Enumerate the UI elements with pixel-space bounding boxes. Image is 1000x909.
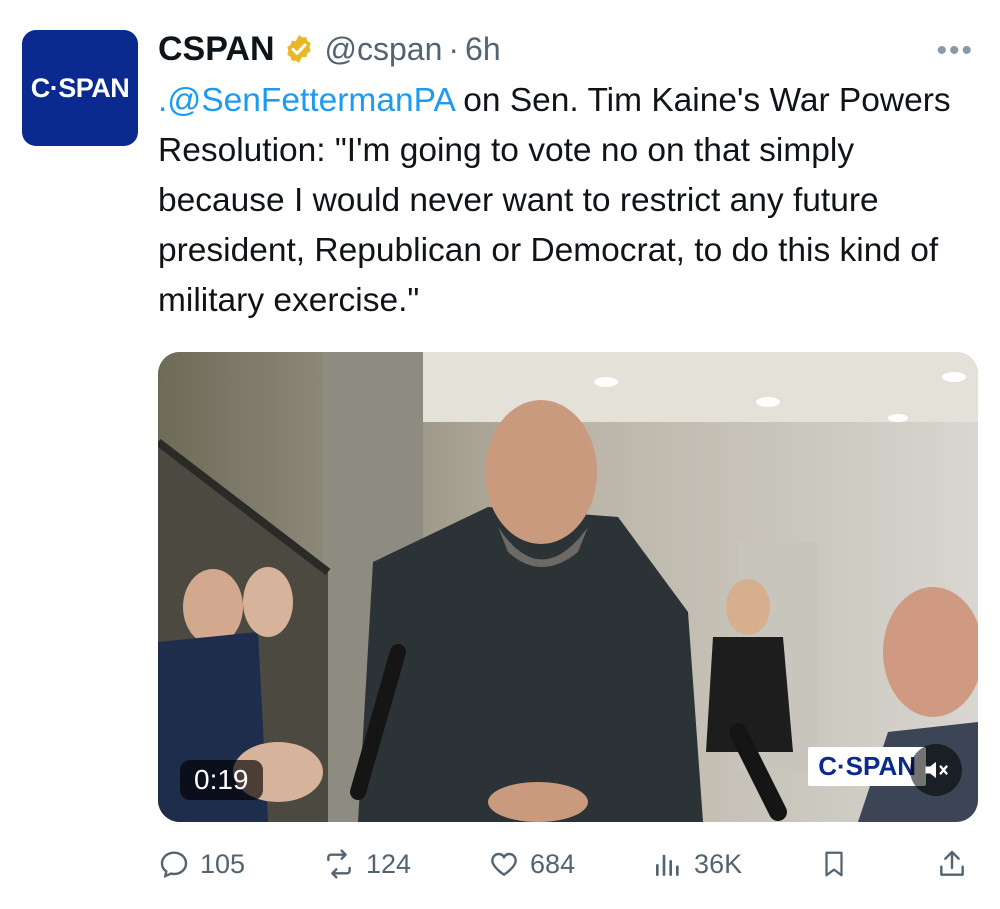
- share-button[interactable]: [936, 848, 978, 880]
- reply-button[interactable]: 105: [158, 848, 245, 880]
- tweet-text: .@SenFettermanPA on Sen. Tim Kaine's War…: [158, 76, 978, 326]
- repost-icon: [327, 849, 351, 879]
- views-button[interactable]: 36K: [652, 848, 742, 880]
- view-count: 36K: [694, 848, 743, 879]
- separator-dot: ·: [448, 30, 460, 67]
- cspan-watermark: C·SPAN: [808, 747, 926, 786]
- muted-speaker-icon[interactable]: [910, 744, 962, 796]
- more-options-icon[interactable]: •••: [936, 34, 974, 68]
- avatar-logo-text: C·SPAN: [30, 72, 130, 103]
- repost-button[interactable]: 124: [322, 848, 411, 880]
- tweet-action-bar: 105 124 684 36K: [158, 838, 978, 890]
- views-chart-icon: [656, 854, 679, 876]
- heart-icon: [491, 852, 517, 877]
- tweet-time[interactable]: 6h: [465, 31, 501, 68]
- reply-count: 105: [200, 848, 246, 879]
- reply-icon: [160, 851, 188, 879]
- gold-verified-badge-icon[interactable]: [283, 33, 315, 65]
- author-name[interactable]: CSPAN: [158, 30, 275, 69]
- bookmark-icon: [825, 851, 843, 877]
- cspan-avatar[interactable]: C·SPAN: [22, 30, 138, 146]
- repost-count: 124: [366, 848, 412, 879]
- video-player[interactable]: 0:19 C·SPAN: [158, 352, 978, 822]
- bookmark-button[interactable]: [819, 848, 859, 880]
- author-handle[interactable]: @cspan: [325, 31, 443, 68]
- share-icon: [940, 850, 964, 876]
- tweet-header: CSPAN @cspan · 6h •••: [158, 26, 980, 72]
- video-duration: 0:19: [180, 760, 263, 800]
- like-button[interactable]: 684: [488, 848, 575, 880]
- like-count: 684: [530, 848, 576, 879]
- mention-link[interactable]: .@SenFettermanPA: [158, 82, 454, 119]
